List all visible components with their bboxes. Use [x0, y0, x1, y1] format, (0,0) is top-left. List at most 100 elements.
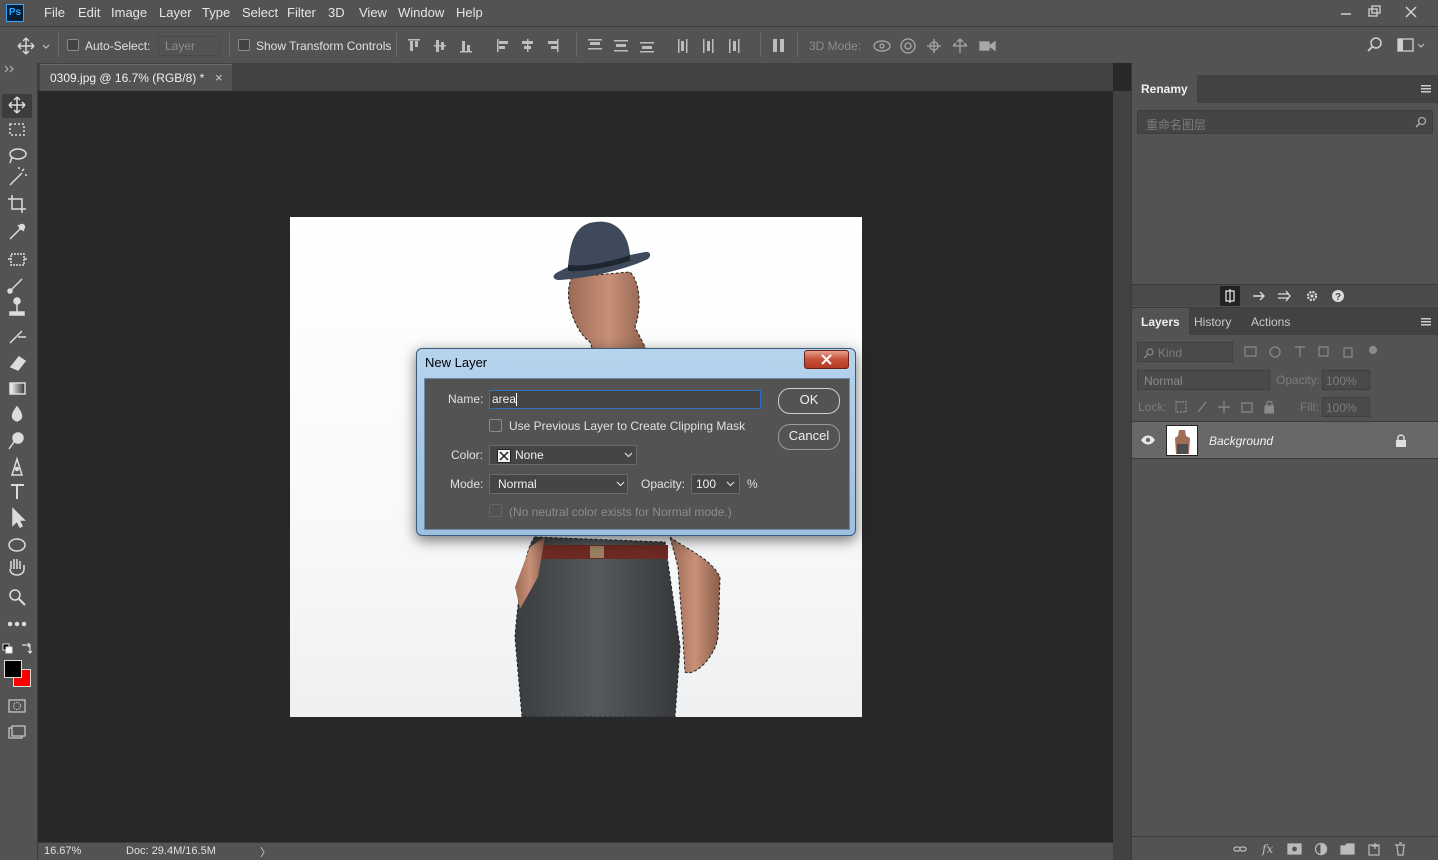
- align-right-icon: [548, 39, 559, 52]
- blend-mode-dropdown[interactable]: Normal: [1137, 370, 1270, 390]
- dialog-opacity-input[interactable]: 100: [691, 474, 740, 494]
- menu-layer[interactable]: Layer: [159, 5, 192, 20]
- add-mask-icon: [1287, 843, 1302, 855]
- marquee-tool-icon: [9, 123, 25, 136]
- minimize-icon[interactable]: [1335, 2, 1357, 22]
- auto-select-checkbox[interactable]: [67, 39, 79, 51]
- quick-mask-icon[interactable]: [8, 699, 26, 713]
- mode-label: Mode:: [450, 477, 484, 491]
- tab-history[interactable]: History: [1185, 308, 1240, 336]
- dialog-title: New Layer: [425, 355, 488, 370]
- align-icons: [405, 36, 565, 56]
- menu-filter[interactable]: Filter: [287, 5, 316, 20]
- menu-edit[interactable]: Edit: [78, 5, 100, 20]
- tools-panel: [0, 63, 38, 860]
- zoom-level[interactable]: 16.67%: [44, 845, 81, 857]
- new-layer-dialog: New Layer Name: area Use Previous Layer …: [416, 348, 856, 536]
- layer-filter-dropdown[interactable]: Kind: [1137, 342, 1233, 362]
- layer-filter-icons: [1244, 345, 1378, 358]
- menu-type[interactable]: Type: [202, 5, 230, 20]
- menu-window[interactable]: Window: [398, 5, 444, 20]
- clipping-mask-checkbox[interactable]: [489, 419, 502, 432]
- tab-renamy[interactable]: Renamy: [1132, 75, 1197, 103]
- renamy-search-placeholder: 重命名图层: [1146, 118, 1207, 132]
- layer-color-value: None: [515, 448, 544, 462]
- close-window-icon[interactable]: [1400, 2, 1422, 22]
- renamy-help-icon[interactable]: ?: [1329, 287, 1347, 305]
- menu-image[interactable]: Image: [111, 5, 147, 20]
- layer-name-input-value: area: [492, 392, 517, 406]
- layer-name-input[interactable]: area: [489, 390, 761, 409]
- document-tab-title: 0309.jpg @ 16.7% (RGB/8) *: [50, 71, 205, 85]
- renamy-settings-icon[interactable]: [1303, 287, 1321, 305]
- layer-thumbnail: [1166, 425, 1198, 456]
- menu-select[interactable]: Select: [242, 5, 278, 20]
- dodge-tool-icon: [8, 432, 24, 450]
- move-tool-preset-icon[interactable]: [16, 36, 50, 56]
- swap-colors-icon[interactable]: [20, 641, 34, 655]
- blend-mode-select[interactable]: Normal: [489, 474, 628, 494]
- document-tab-close-icon[interactable]: ×: [215, 70, 223, 85]
- layer-opacity-field[interactable]: 100%: [1322, 370, 1370, 390]
- ok-button[interactable]: OK: [778, 388, 840, 414]
- distribute-icons: [586, 36, 746, 56]
- layer-color-dropdown[interactable]: None: [489, 445, 637, 465]
- foreground-color-swatch[interactable]: [4, 660, 22, 678]
- blend-mode-select-value: Normal: [498, 477, 537, 491]
- vertical-scroll-gutter[interactable]: [1113, 91, 1131, 860]
- layer-name[interactable]: Background: [1209, 434, 1273, 448]
- default-colors-icon[interactable]: [2, 643, 14, 655]
- renamy-forward-icon[interactable]: [1276, 287, 1294, 305]
- layers-footer: fx: [1132, 836, 1438, 860]
- renamy-search-icon[interactable]: [1415, 116, 1427, 128]
- screen-mode-icon[interactable]: [8, 725, 26, 739]
- document-tab[interactable]: 0309.jpg @ 16.7% (RGB/8) * ×: [40, 64, 232, 91]
- auto-select-value: Layer: [165, 39, 196, 53]
- layer-fill-value: 100%: [1326, 401, 1357, 415]
- dialog-close-button[interactable]: [804, 350, 849, 369]
- dialog-opacity-label: Opacity:: [641, 477, 686, 491]
- menu-file[interactable]: File: [44, 5, 65, 20]
- show-transform-checkbox[interactable]: [238, 39, 250, 51]
- path-selection-tool-icon: [12, 507, 26, 529]
- chevron-down-icon[interactable]: [726, 481, 735, 487]
- menu-help[interactable]: Help: [456, 5, 483, 20]
- layer-opacity-value: 100%: [1326, 374, 1357, 388]
- opacity-label: Opacity:: [1276, 373, 1321, 387]
- menu-view[interactable]: View: [359, 5, 387, 20]
- status-menu-arrow[interactable]: 〉: [260, 844, 271, 860]
- renamy-next-icon[interactable]: [1250, 287, 1268, 305]
- restore-icon[interactable]: [1363, 2, 1385, 22]
- visibility-eye-icon[interactable]: [1140, 434, 1156, 446]
- fill-label: Fill:: [1300, 400, 1319, 414]
- percent-sign: %: [747, 477, 758, 491]
- collapse-toolbar-icon[interactable]: [4, 65, 16, 73]
- eraser-tool-icon: [9, 355, 27, 371]
- align-left-icon: [497, 39, 508, 52]
- neutral-color-checkbox: [489, 504, 502, 517]
- layers-panel-menu-icon[interactable]: [1421, 317, 1433, 327]
- scale-3d-icon: [979, 40, 996, 52]
- auto-align-icon[interactable]: [771, 36, 787, 56]
- renamy-search-field[interactable]: 重命名图层: [1137, 110, 1433, 134]
- history-brush-tool-icon: [9, 330, 26, 344]
- svg-text:fx: fx: [1261, 842, 1273, 856]
- tab-layers[interactable]: Layers: [1132, 308, 1189, 336]
- options-bar: Auto-Select: Layer Show Transform Contro…: [0, 26, 1438, 63]
- tab-actions[interactable]: Actions: [1242, 308, 1299, 336]
- frame-tool-icon: [8, 253, 27, 266]
- layer-fill-field[interactable]: 100%: [1322, 397, 1370, 417]
- auto-select-dropdown[interactable]: Layer: [158, 36, 220, 56]
- new-group-icon: [1340, 843, 1355, 855]
- fx-icon: fx: [1261, 842, 1273, 856]
- search-icon[interactable]: [1366, 36, 1384, 54]
- workspace-icon[interactable]: [1397, 36, 1427, 54]
- 3d-mode-label: 3D Mode:: [809, 39, 862, 53]
- panel-menu-icon[interactable]: [1421, 84, 1433, 94]
- layer-row[interactable]: Background: [1132, 421, 1438, 459]
- 3d-mode-icons: [872, 35, 1000, 57]
- cancel-button[interactable]: Cancel: [778, 424, 840, 450]
- renamy-rename-icon[interactable]: [1220, 286, 1240, 306]
- menu-3d[interactable]: 3D: [328, 5, 345, 20]
- orbit-3d-icon: [873, 40, 891, 52]
